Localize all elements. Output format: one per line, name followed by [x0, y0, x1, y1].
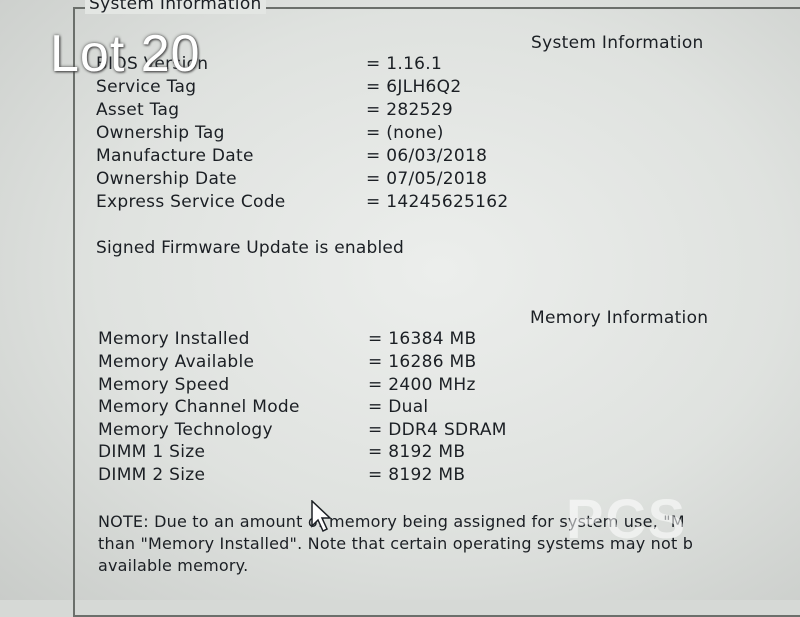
- lot-label-overlay: Lot 20: [50, 25, 201, 83]
- info-value: = 07/05/2018: [366, 169, 488, 189]
- info-value: = 282529: [366, 100, 453, 120]
- info-label: Ownership Tag: [96, 123, 225, 143]
- bios-screen: System Information System Information BI…: [0, 0, 800, 617]
- info-value: = 1.16.1: [366, 54, 443, 74]
- info-value: = 06/03/2018: [366, 146, 488, 166]
- memory-value: = 2400 MHz: [368, 375, 476, 395]
- memory-note-line-3: available memory.: [98, 556, 249, 575]
- memory-label: DIMM 2 Size: [98, 465, 206, 485]
- memory-label: Memory Installed: [98, 329, 250, 349]
- memory-value: = DDR4 SDRAM: [368, 420, 507, 440]
- info-label: Express Service Code: [96, 192, 286, 212]
- memory-label: Memory Technology: [98, 420, 273, 440]
- info-value: = 6JLH6Q2: [366, 77, 462, 97]
- memory-label: Memory Speed: [98, 375, 230, 395]
- info-value: = 14245625162: [366, 192, 509, 212]
- memory-label: Memory Available: [98, 352, 255, 372]
- memory-value: = 8192 MB: [368, 465, 466, 485]
- info-label: Ownership Date: [96, 169, 237, 189]
- memory-information-title: Memory Information: [530, 308, 709, 328]
- info-value: = (none): [366, 123, 444, 143]
- memory-value: = 16384 MB: [368, 329, 477, 349]
- info-label: Asset Tag: [96, 100, 180, 120]
- memory-value: = 16286 MB: [368, 352, 477, 372]
- system-information-title: System Information: [531, 33, 704, 53]
- memory-label: DIMM 1 Size: [98, 442, 206, 462]
- info-label: Manufacture Date: [96, 146, 254, 166]
- mouse-pointer-icon: [311, 500, 332, 533]
- firmware-status-text: Signed Firmware Update is enabled: [96, 238, 405, 258]
- group-title: System Information: [85, 0, 266, 14]
- memory-value: = 8192 MB: [368, 442, 466, 462]
- memory-value: = Dual: [368, 397, 429, 417]
- memory-label: Memory Channel Mode: [98, 397, 300, 417]
- watermark-logo: PCS: [566, 487, 688, 550]
